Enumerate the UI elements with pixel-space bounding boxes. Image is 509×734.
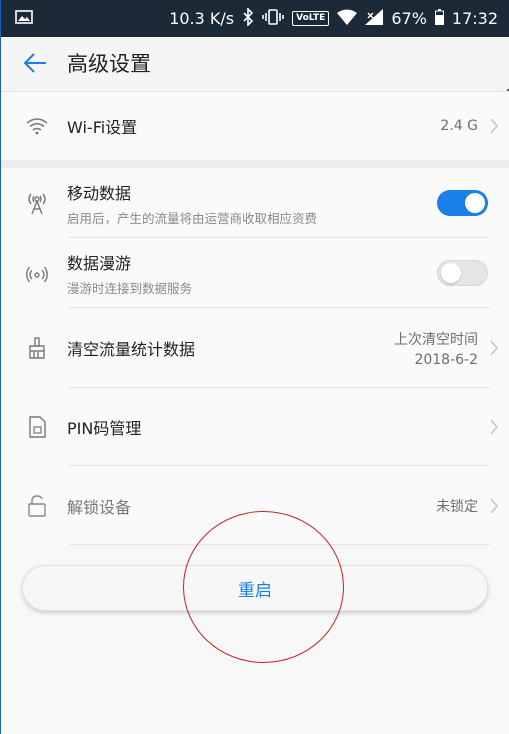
toggle-knob: [465, 193, 485, 213]
clear-stats-label: 清空流量统计数据: [67, 340, 196, 359]
wifi-settings-label: Wi-Fi设置: [67, 118, 138, 137]
data-roaming-row[interactable]: 数据漫游 漫游时连接到数据服务: [1, 238, 509, 308]
mobile-data-label: 移动数据: [67, 183, 132, 203]
restart-button[interactable]: 重启: [22, 565, 488, 611]
wifi-section: Wi-Fi设置 2.4 G: [1, 92, 509, 160]
wifi-icon: [7, 117, 67, 135]
data-roaming-toggle[interactable]: [437, 260, 488, 286]
toggle-knob: [441, 263, 461, 283]
broom-icon: [7, 337, 67, 359]
vibrate-icon: [262, 8, 284, 30]
data-roaming-description: 漫游时连接到数据服务: [67, 280, 193, 296]
battery-percent: 67%: [391, 9, 427, 28]
app-bar: 高级设置: [1, 37, 509, 89]
roaming-icon: [7, 262, 67, 284]
sim-card-icon: [7, 416, 67, 438]
network-speed: 10.3 K/s: [169, 9, 235, 28]
mobile-data-toggle[interactable]: [437, 190, 488, 216]
wifi-band-value: 2.4 G: [440, 118, 478, 134]
clear-stats-row[interactable]: 清空流量统计数据 上次清空时间 2018-6-2: [1, 308, 509, 388]
status-bar: 10.3 K/s VoLTE 67% 17:32: [1, 0, 509, 37]
lock-status-value: 未锁定: [436, 498, 478, 515]
volte-icon: VoLTE: [292, 11, 330, 26]
last-cleared-date: 2018-6-2: [414, 351, 478, 368]
last-cleared-info: 上次清空时间 2018-6-2: [394, 329, 478, 368]
chevron-right-icon: [478, 418, 509, 436]
chevron-right-icon: [478, 339, 509, 357]
settings-list: 移动数据 启用后，产生的流量将由运营商收取相应资费 数据漫游 漫游时连接到数据服…: [1, 168, 509, 545]
bluetooth-icon: [242, 6, 254, 30]
unlock-device-row[interactable]: 解锁设备 未锁定: [1, 466, 509, 545]
chevron-right-icon: [478, 497, 509, 515]
data-roaming-label: 数据漫游: [67, 253, 132, 273]
gallery-icon: [15, 9, 33, 28]
section-gap: [1, 160, 509, 168]
wifi-status-icon: [337, 9, 358, 29]
screen: 10.3 K/s VoLTE 67% 17:32 高级设置 Wi-Fi设置 2.…: [0, 0, 509, 734]
last-cleared-caption: 上次清空时间: [394, 331, 478, 348]
mobile-data-row[interactable]: 移动数据 启用后，产生的流量将由运营商收取相应资费: [1, 168, 509, 238]
pin-management-label: PIN码管理: [67, 419, 142, 438]
wifi-settings-row[interactable]: Wi-Fi设置 2.4 G: [1, 92, 509, 160]
battery-icon: [434, 8, 444, 29]
signal-icon: [365, 8, 384, 29]
mobile-data-description: 启用后，产生的流量将由运营商收取相应资费: [67, 210, 318, 226]
pin-management-row[interactable]: PIN码管理: [1, 388, 509, 466]
unlock-icon: [7, 494, 67, 517]
chevron-right-icon: [478, 117, 509, 135]
arrow-left-icon: [23, 53, 46, 73]
back-button[interactable]: [21, 49, 49, 77]
unlock-device-label: 解锁设备: [67, 497, 132, 517]
antenna-icon: [7, 191, 67, 215]
clock: 17:32: [451, 9, 498, 28]
page-title: 高级设置: [67, 52, 151, 76]
